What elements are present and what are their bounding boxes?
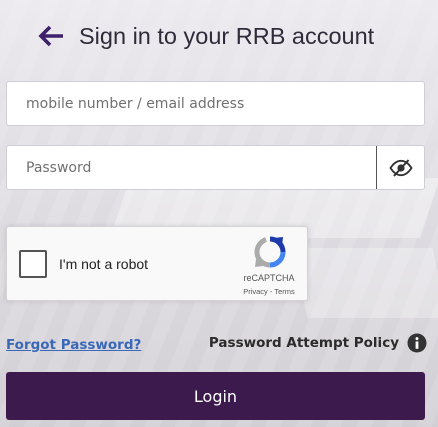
recaptcha-label: I'm not a robot <box>59 256 149 272</box>
forgot-password-link[interactable]: Forgot Password? <box>6 337 141 353</box>
email-field[interactable] <box>6 81 425 126</box>
recaptcha-logo-icon <box>253 235 287 269</box>
password-input[interactable] <box>7 146 379 189</box>
eye-slash-icon <box>388 158 413 177</box>
recaptcha-terms-link[interactable]: Terms <box>274 287 294 296</box>
password-visibility-toggle[interactable] <box>376 146 424 189</box>
recaptcha-privacy-link[interactable]: Privacy <box>243 287 268 296</box>
password-policy-label: Password Attempt Policy <box>208 335 399 351</box>
page-header: Sign in to your RRB account <box>36 18 374 54</box>
recaptcha-links: Privacy - Terms <box>235 287 303 296</box>
background-streak <box>292 248 438 318</box>
page-title: Sign in to your RRB account <box>79 22 375 49</box>
background-photo <box>0 0 438 427</box>
email-input[interactable] <box>7 82 424 125</box>
recaptcha-brand: reCAPTCHA <box>243 273 295 283</box>
password-policy-link[interactable]: Password Attempt Policy <box>209 333 427 353</box>
info-icon[interactable] <box>407 333 427 353</box>
password-field[interactable] <box>6 145 425 190</box>
recaptcha-widget: I'm not a robot reCAPTCHA Privacy - Term… <box>6 226 308 301</box>
recaptcha-checkbox[interactable] <box>19 250 47 278</box>
arrow-left-icon[interactable] <box>36 21 66 51</box>
login-button[interactable]: Login <box>6 372 425 420</box>
